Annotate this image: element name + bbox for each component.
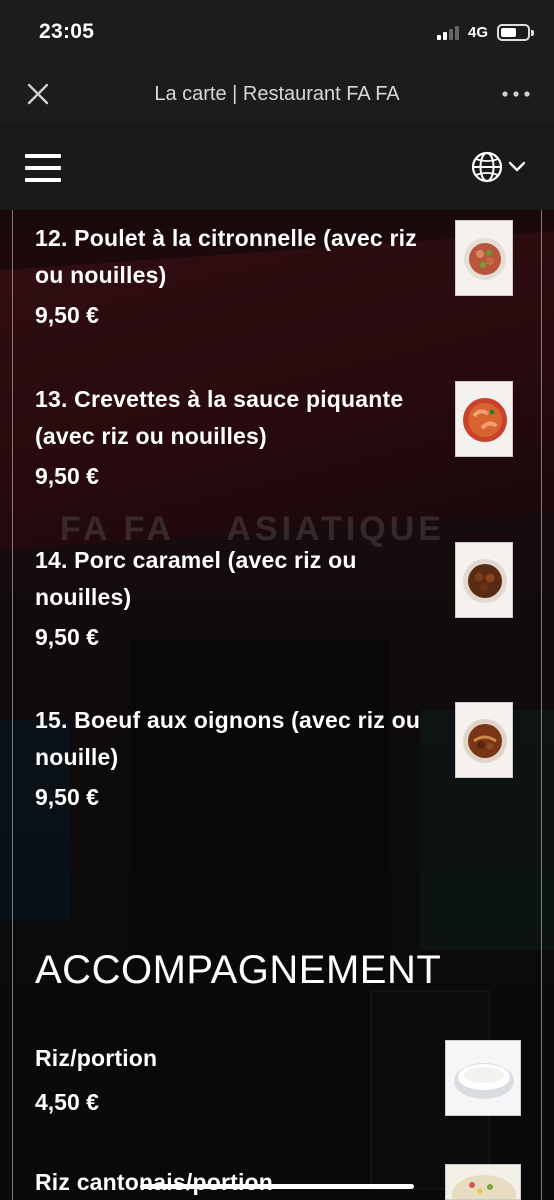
menu-item-name: 12. Poulet à la citronnelle (avec riz ou… (35, 225, 417, 288)
menu-item-name: 13. Crevettes à la sauce piquante (avec … (35, 386, 404, 449)
dish-image (456, 703, 512, 777)
menu-item[interactable]: 14. Porc caramel (avec riz ou nouilles) … (35, 542, 525, 652)
caramel-pork-photo[interactable] (455, 542, 513, 618)
more-options-button[interactable] (500, 80, 532, 108)
menu-panel: 12. Poulet à la citronnelle (avec riz ou… (12, 210, 542, 1200)
dish-image (456, 382, 512, 456)
network-type: 4G (468, 24, 489, 41)
menu-button[interactable] (25, 154, 61, 182)
menu-item-name: Riz/portion (35, 1045, 158, 1071)
rice-bowl-photo[interactable] (445, 1040, 521, 1116)
menu-item[interactable]: 15. Boeuf aux oignons (avec riz ou nouil… (35, 702, 525, 812)
chevron-down-icon (508, 161, 526, 172)
language-selector[interactable] (470, 150, 530, 184)
menu-item-name: Riz cantonais/portion (35, 1169, 274, 1195)
menu-item-price: 9,50 € (35, 624, 99, 650)
status-time: 23:05 (39, 20, 95, 43)
page-title: La carte | Restaurant FA FA (154, 83, 400, 105)
fried-rice-photo[interactable] (445, 1164, 521, 1200)
menu-item-name: 14. Porc caramel (avec riz ou nouilles) (35, 547, 357, 610)
menu-item-price: 9,50 € (35, 302, 99, 328)
dish-image (456, 221, 512, 295)
section-title: ACCOMPAGNEMENT (35, 948, 442, 992)
dish-image (446, 1041, 520, 1115)
home-indicator[interactable] (140, 1184, 414, 1189)
status-bar: 23:05 4G (0, 0, 554, 66)
dish-image (456, 543, 512, 617)
menu-item-price: 9,50 € (35, 784, 99, 810)
menu-item[interactable]: 13. Crevettes à la sauce piquante (avec … (35, 381, 525, 491)
site-navbar (0, 124, 554, 210)
spicy-shrimp-photo[interactable] (455, 381, 513, 457)
beef-onion-photo[interactable] (455, 702, 513, 778)
menu-item[interactable]: 12. Poulet à la citronnelle (avec riz ou… (35, 220, 525, 330)
browser-title-bar: La carte | Restaurant FA FA (0, 66, 554, 124)
more-dots-icon (502, 91, 530, 97)
globe-icon (471, 151, 503, 183)
lemongrass-chicken-photo[interactable] (455, 220, 513, 296)
cellular-signal-icon (437, 26, 463, 40)
dish-image (446, 1165, 520, 1199)
menu-item-price: 9,50 € (35, 463, 99, 489)
menu-item-name: 15. Boeuf aux oignons (avec riz ou nouil… (35, 707, 421, 770)
battery-icon (497, 24, 534, 41)
